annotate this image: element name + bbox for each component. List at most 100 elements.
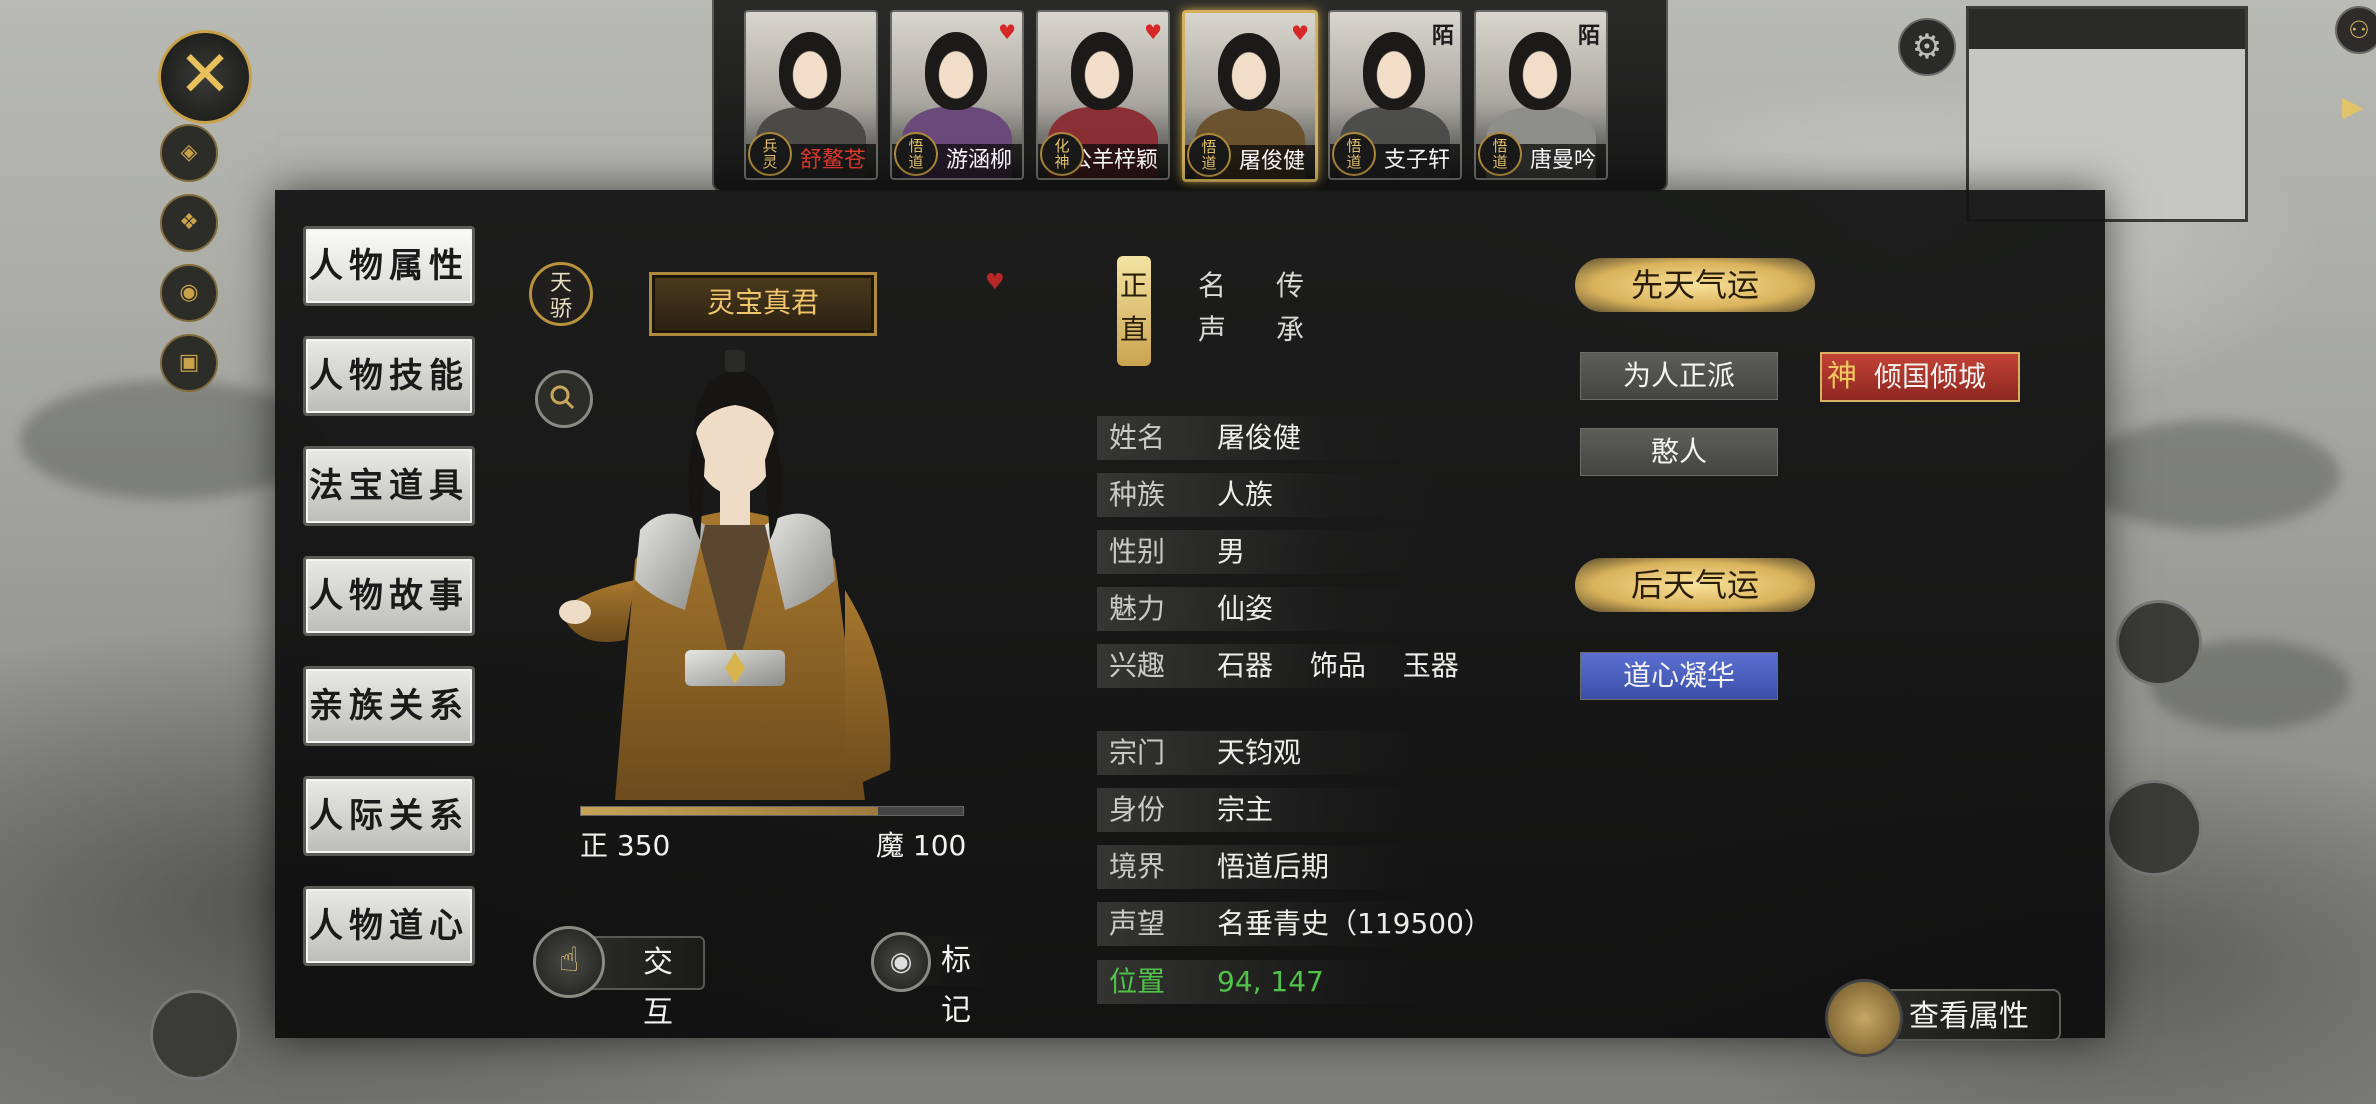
trait-label: 憨人 xyxy=(1650,435,1707,468)
realm-tag: 化 神 xyxy=(1040,132,1084,176)
roster-portrait[interactable]: 游涵柳悟 道 ♥ xyxy=(890,10,1024,180)
info-row: 境界 悟道后期 xyxy=(1097,845,1427,889)
info-key: 境界 xyxy=(1109,850,1166,883)
info-key: 性别 xyxy=(1109,535,1166,568)
gear-icon[interactable]: ⚙ xyxy=(1898,18,1956,76)
info-value: 悟道后期 xyxy=(1217,850,1330,883)
bg-island xyxy=(2080,420,2340,530)
alignment-bar xyxy=(580,806,964,816)
acquired-fortune-heading: 后天气运 xyxy=(1575,558,1815,612)
info-value: 宗主 xyxy=(1217,793,1274,826)
realm-tag: 悟 道 xyxy=(1187,133,1231,177)
tab-button[interactable]: 人物道心 xyxy=(303,886,475,966)
innate-trait[interactable]: 神倾国倾城 xyxy=(1820,352,2020,402)
tab-button[interactable]: 人物属性 xyxy=(303,226,475,306)
portrait-head xyxy=(779,32,841,110)
portrait-head xyxy=(925,32,987,110)
trait-label: 道心凝华 xyxy=(1622,659,1735,692)
innate-trait[interactable]: 憨人 xyxy=(1580,428,1778,476)
heart-icon: ♥ xyxy=(1144,20,1162,44)
rank-badge-text: 天 骄 xyxy=(529,262,593,326)
stranger-mark: 陌 xyxy=(1577,24,1600,49)
tab-button[interactable]: 人际关系 xyxy=(303,776,475,856)
stranger-mark: 陌 xyxy=(1431,24,1454,49)
close-button[interactable]: ✕ xyxy=(158,30,252,124)
side-menu-icon[interactable]: ◈ xyxy=(160,124,218,182)
info-value: 天钧观 xyxy=(1217,736,1302,769)
info-key: 兴趣 xyxy=(1109,649,1166,682)
heart-icon: ♥ xyxy=(985,270,1005,295)
info-key: 姓名 xyxy=(1109,421,1166,454)
arrow-right-icon[interactable]: ▶ xyxy=(2342,90,2370,130)
minimap-header xyxy=(1969,9,2245,49)
info-value: 男 xyxy=(1217,535,1246,568)
tab-button[interactable]: 人物技能 xyxy=(303,336,475,416)
hud-orb[interactable] xyxy=(2106,780,2202,876)
info-row: 身份 宗主 xyxy=(1097,788,1427,832)
hand-icon: ☝ xyxy=(533,926,605,998)
portrait-head xyxy=(1218,33,1280,111)
info-value: 94, 147 xyxy=(1217,965,1324,998)
portrait-head xyxy=(1071,32,1133,110)
rank-badge: 天 骄 xyxy=(523,252,595,334)
realm-tag: 悟 道 xyxy=(1332,132,1376,176)
acquired-trait[interactable]: 道心凝华 xyxy=(1580,652,1778,700)
virtue-tab[interactable]: 正 直 xyxy=(1117,256,1151,366)
roster-portrait[interactable]: 舒鳌苍兵 灵 xyxy=(744,10,878,180)
character-title: 灵宝真君 xyxy=(649,272,877,336)
info-key: 身份 xyxy=(1109,793,1166,826)
tab-button[interactable]: 法宝道具 xyxy=(303,446,475,526)
info-value: 仙姿 xyxy=(1217,592,1274,625)
info-key: 种族 xyxy=(1109,478,1166,511)
info-row: 魅力 仙姿 xyxy=(1097,587,1427,631)
alignment-bar-fill xyxy=(581,807,879,815)
realm-tag: 悟 道 xyxy=(1478,132,1522,176)
trait-label: 为人正派 xyxy=(1622,359,1735,392)
realm-tag: 兵 灵 xyxy=(748,132,792,176)
heart-icon: ♥ xyxy=(1291,21,1309,45)
roster-portrait[interactable]: 公羊梓颖化 神 ♥ xyxy=(1036,10,1170,180)
info-row: 姓名 屠俊健 xyxy=(1097,416,1427,460)
innate-trait[interactable]: 为人正派 xyxy=(1580,352,1778,400)
innate-fortune-heading: 先天气运 xyxy=(1575,258,1815,312)
eye-icon: ◉ xyxy=(871,932,931,992)
virtue-tab[interactable]: 传 承 xyxy=(1273,256,1307,366)
hud-orb[interactable] xyxy=(2116,600,2202,686)
info-value: 名垂青史（119500） xyxy=(1217,907,1492,940)
info-value: 石器 饰品 玉器 xyxy=(1217,649,1459,682)
info-row: 宗门 天钧观 xyxy=(1097,731,1427,775)
info-row: 性别 男 xyxy=(1097,530,1427,574)
info-key: 魅力 xyxy=(1109,592,1166,625)
hud-orb[interactable] xyxy=(150,990,240,1080)
character-panel: 人物属性人物技能法宝道具人物故事亲族关系人际关系人物道心 天 骄 灵宝真君 ♥ xyxy=(275,190,2105,1057)
close-icon: ✕ xyxy=(178,38,232,112)
info-row: 声望 名垂青史（119500） xyxy=(1097,902,1492,946)
roster-portrait[interactable]: 屠俊健悟 道 ♥ xyxy=(1182,10,1318,182)
character-roster: ⚇ ▶ 舒鳌苍兵 灵游涵柳悟 道 ♥ 公羊梓颖化 神 ♥ 屠俊健悟 道 ♥ 支子轩悟 道陌唐… xyxy=(712,0,2376,192)
portrait-head xyxy=(1509,32,1571,110)
heart-icon: ♥ xyxy=(998,20,1016,44)
info-row: 兴趣 石器 饰品 玉器 xyxy=(1097,644,1459,688)
tab-button[interactable]: 亲族关系 xyxy=(303,666,475,746)
divine-mark: 神 xyxy=(1827,359,1857,394)
character-avatar-icon xyxy=(1825,979,1903,1057)
roster-portrait[interactable]: 唐曼吟悟 道陌 xyxy=(1474,10,1608,180)
info-row: 种族 人族 xyxy=(1097,473,1427,517)
side-menu-icon[interactable]: ▣ xyxy=(160,334,218,392)
info-value: 屠俊健 xyxy=(1217,421,1302,454)
righteous-value: 正 350 xyxy=(580,829,671,862)
roster-portrait[interactable]: 支子轩悟 道陌 xyxy=(1328,10,1462,180)
info-key: 声望 xyxy=(1109,907,1166,940)
info-key: 位置 xyxy=(1109,965,1166,998)
realm-tag: 悟 道 xyxy=(894,132,938,176)
tab-button[interactable]: 人物故事 xyxy=(303,556,475,636)
info-value: 人族 xyxy=(1217,478,1274,511)
side-menu-icon[interactable]: ◉ xyxy=(160,264,218,322)
demonic-value: 魔 100 xyxy=(876,829,967,862)
group-icon[interactable]: ⚇ xyxy=(2335,6,2376,54)
character-portrait xyxy=(559,350,891,800)
info-key: 宗门 xyxy=(1109,736,1166,769)
virtue-tab[interactable]: 名 声 xyxy=(1195,256,1229,366)
side-menu-icon[interactable]: ❖ xyxy=(160,194,218,252)
portrait-head xyxy=(1363,32,1425,110)
